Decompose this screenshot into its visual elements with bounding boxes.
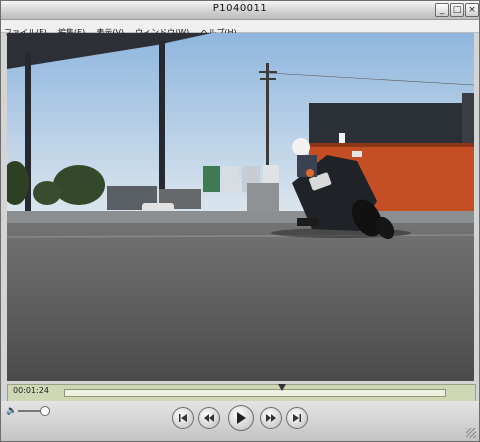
close-button[interactable]: × (465, 3, 479, 17)
skip-back-button[interactable] (172, 407, 194, 429)
title-bar[interactable]: P1040011 _ □ × (1, 1, 479, 20)
media-player-window: P1040011 _ □ × ファイル(F) 編集(E) 表示(V) ウィンドウ… (0, 0, 480, 442)
minimize-icon: _ (439, 5, 445, 15)
skip-forward-icon (293, 414, 301, 422)
play-icon (237, 412, 246, 424)
volume-knob[interactable] (39, 406, 50, 416)
maximize-button[interactable]: □ (450, 3, 464, 17)
speaker-icon[interactable]: 🔈 (6, 406, 17, 416)
rewind-button[interactable] (198, 407, 220, 429)
current-time: 00:01:24 (13, 386, 49, 395)
play-button[interactable] (228, 405, 254, 431)
menu-bar: ファイル(F) 編集(E) 表示(V) ウィンドウ(W) ヘルプ(H) (1, 20, 479, 37)
close-icon: × (468, 5, 476, 15)
playhead-marker[interactable] (277, 384, 286, 391)
window-title: P1040011 (212, 3, 268, 14)
skip-forward-button[interactable] (286, 407, 308, 429)
seek-bar[interactable] (64, 389, 446, 397)
fast-forward-icon (266, 414, 276, 422)
fast-forward-button[interactable] (260, 407, 282, 429)
rewind-icon (204, 414, 214, 422)
resize-grip[interactable] (466, 428, 476, 438)
video-scene (7, 33, 474, 381)
skip-back-icon (179, 414, 187, 422)
minimize-button[interactable]: _ (435, 3, 449, 17)
video-frame[interactable] (7, 33, 474, 381)
maximize-icon: □ (452, 5, 462, 15)
